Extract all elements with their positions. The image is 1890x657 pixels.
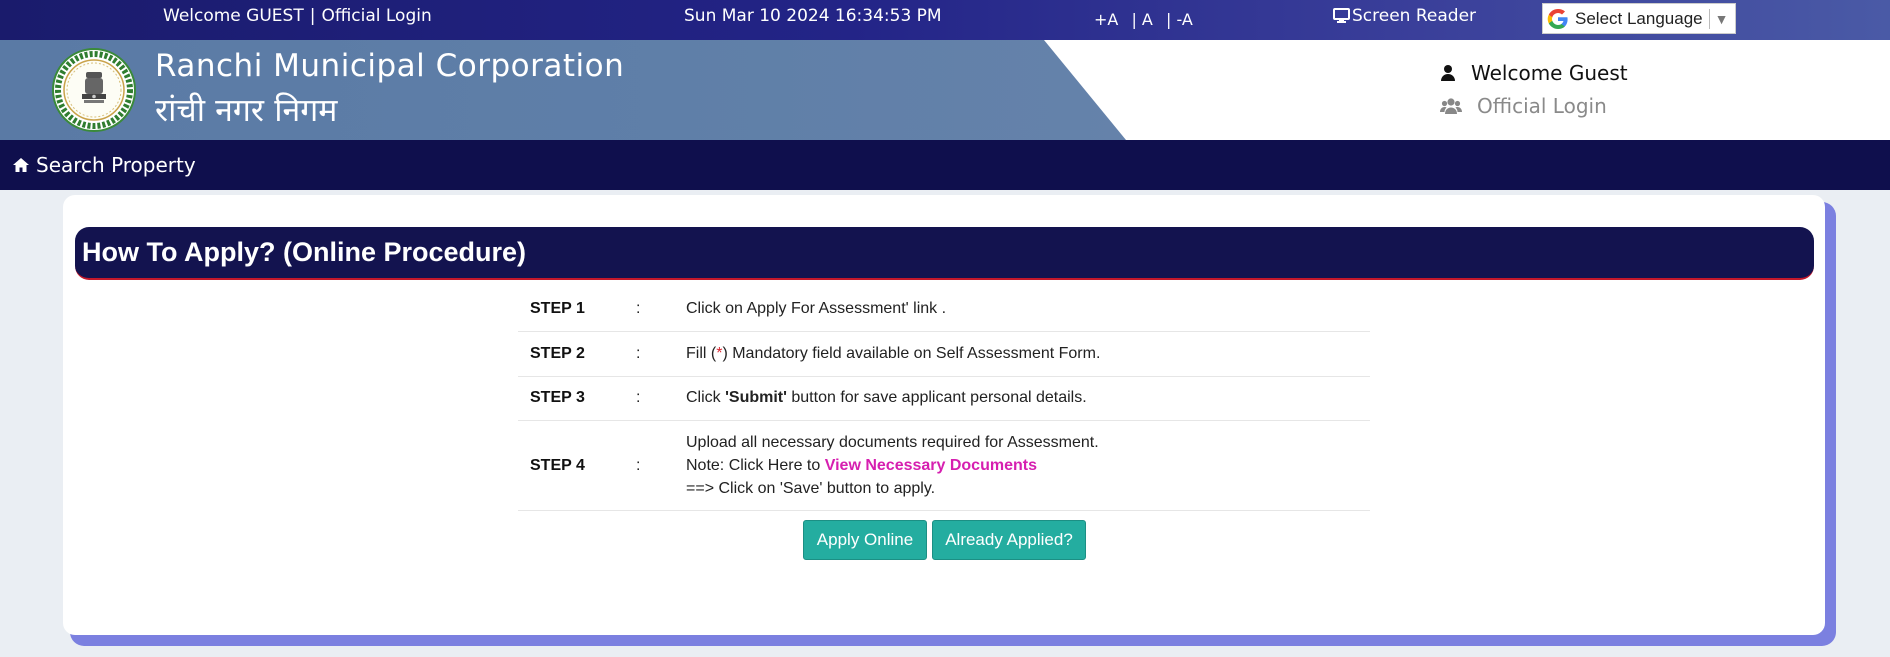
step-colon: : [636, 331, 674, 377]
separator: | [309, 6, 316, 26]
users-icon [1440, 97, 1462, 114]
chevron-down-icon: ▼ [1714, 10, 1729, 27]
table-row: STEP 3 : Click 'Submit' button for save … [518, 376, 1370, 421]
font-increase-button[interactable]: +A [1094, 10, 1118, 29]
top-bar: Welcome GUEST | Official Login Sun Mar 10 … [0, 0, 1890, 40]
language-label: Select Language [1575, 8, 1703, 28]
step-text: Fill (*) Mandatory field available on Se… [674, 331, 1370, 377]
official-login-row[interactable]: Official Login [1440, 89, 1628, 122]
top-welcome: Welcome GUEST | Official Login [163, 6, 432, 26]
step-label: STEP 3 [518, 376, 636, 421]
table-row: STEP 4 : Upload all necessary documents … [518, 420, 1370, 511]
screen-reader-link[interactable]: Screen Reader [1333, 6, 1476, 26]
welcome-guest-label: Welcome Guest [1471, 60, 1628, 85]
step4-line1: Upload all necessary documents required … [686, 433, 1099, 451]
step-label: STEP 1 [518, 287, 636, 332]
org-name-english: Ranchi Municipal Corporation [155, 48, 625, 84]
submit-emphasis: 'Submit' [725, 389, 787, 406]
step-text-pre: Fill ( [686, 344, 717, 362]
screen-reader-label: Screen Reader [1352, 6, 1477, 26]
step4-line3: ==> Click on 'Save' button to apply. [686, 479, 936, 497]
step4-note: Note: Click Here to [686, 456, 825, 474]
apply-online-button[interactable]: Apply Online [803, 520, 927, 560]
table-row: STEP 2 : Fill (*) Mandatory field availa… [518, 331, 1370, 377]
official-login-link[interactable]: Official Login [321, 6, 431, 26]
step-colon: : [636, 420, 674, 511]
welcome-guest-text: Welcome GUEST [163, 6, 304, 26]
step-text: Click 'Submit' button for save applicant… [674, 376, 1370, 421]
official-login-link[interactable]: Official Login [1477, 94, 1607, 118]
nav-search-property-label: Search Property [36, 153, 196, 177]
google-icon [1547, 8, 1568, 29]
font-decrease-button[interactable]: | -A [1166, 10, 1193, 29]
step-text-post: ) Mandatory field available on Self Asse… [722, 344, 1101, 362]
page-title: How To Apply? (Online Procedure) [75, 227, 1814, 280]
step4-line2: Note: Click Here to View Necessary Docum… [686, 454, 1358, 477]
step-text-post: button for save applicant personal detai… [786, 389, 1087, 406]
welcome-guest-row: Welcome Guest [1440, 56, 1628, 89]
header-user-panel: Welcome Guest Official Login [1440, 56, 1628, 122]
step-text-pre: Click [686, 389, 726, 406]
language-divider [1708, 8, 1710, 29]
nav-search-property[interactable]: Search Property [12, 153, 196, 177]
datetime: Sun Mar 10 2024 16:34:53 PM [684, 6, 942, 26]
home-icon [13, 158, 29, 172]
font-size-controls: +A | A | -A [1094, 10, 1201, 29]
org-name-hindi: रांची नगर निगम [155, 91, 338, 129]
view-documents-link[interactable]: View Necessary Documents [825, 457, 1037, 474]
steps-table: STEP 1 : Click on Apply For Assessment' … [518, 287, 1370, 511]
font-normal-button[interactable]: | A [1131, 10, 1152, 29]
monitor-icon [1333, 8, 1350, 23]
step-label: STEP 2 [518, 331, 636, 377]
step-colon: : [636, 376, 674, 421]
emblem-logo [52, 48, 136, 132]
step-text: Click on Apply For Assessment' link . [674, 287, 1370, 332]
step-label: STEP 4 [518, 420, 636, 511]
main-nav: Search Property [0, 140, 1890, 190]
already-applied-button[interactable]: Already Applied? [932, 520, 1086, 560]
language-select[interactable]: Select Language ▼ [1542, 3, 1736, 34]
site-header: Ranchi Municipal Corporation रांची नगर न… [0, 40, 1890, 140]
table-row: STEP 1 : Click on Apply For Assessment' … [518, 287, 1370, 332]
step-colon: : [636, 287, 674, 332]
user-icon [1441, 64, 1455, 81]
step-text: Upload all necessary documents required … [674, 420, 1370, 511]
